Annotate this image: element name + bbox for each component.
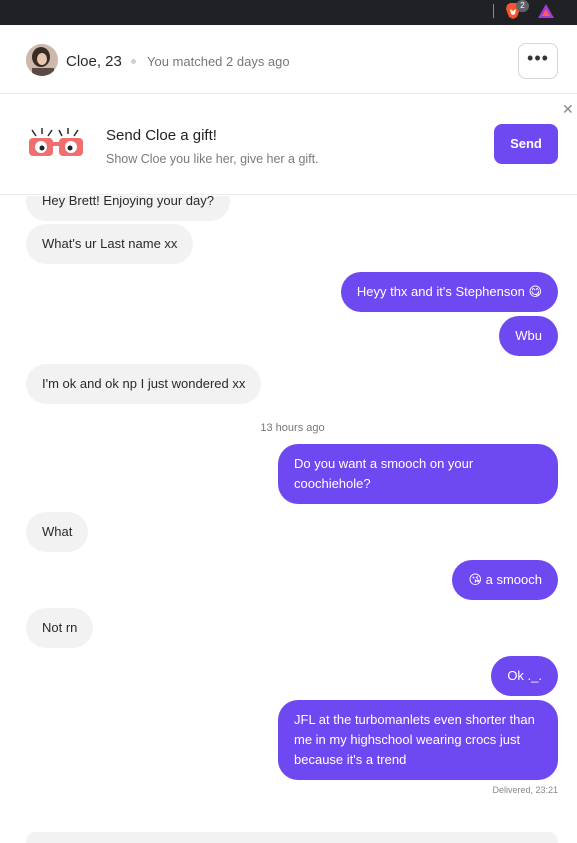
- match-name[interactable]: Cloe, 23: [66, 53, 122, 70]
- message-outgoing: 😘 a smooch: [452, 560, 558, 600]
- message-outgoing: Wbu: [499, 316, 558, 356]
- message-incoming: What's ur Last name xx: [26, 224, 194, 264]
- gift-subtitle: Show Cloe you like her, give her a gift.: [106, 152, 319, 166]
- close-icon[interactable]: ✕: [562, 101, 574, 118]
- more-options-button[interactable]: •••: [518, 43, 558, 79]
- avatar[interactable]: [26, 44, 58, 76]
- delivered-status: Delivered, 23:21: [492, 785, 558, 795]
- message-incoming: Hey Brett! Enjoying your day?: [26, 196, 230, 221]
- gift-banner: ✕ Send Cloe a gift! Show Cloe you like h…: [0, 95, 577, 195]
- message-incoming: Not rn: [26, 608, 94, 648]
- separator-dot: [131, 59, 136, 64]
- message-list: Hey Brett! Enjoying your day? What's ur …: [0, 196, 577, 843]
- glasses-gift-icon: [29, 128, 83, 156]
- toolbar-separator: [493, 4, 494, 18]
- message-outgoing: Ok ._.: [491, 656, 558, 696]
- message-outgoing: JFL at the turbomanlets even shorter tha…: [278, 700, 558, 780]
- triangle-rewards-icon[interactable]: [537, 3, 555, 19]
- message-outgoing: Heyy thx and it's Stephenson 😋: [340, 272, 558, 312]
- matched-time: You matched 2 days ago: [147, 54, 290, 69]
- send-gift-button[interactable]: Send: [494, 124, 558, 164]
- message-input[interactable]: [26, 832, 558, 843]
- message-incoming: What: [26, 512, 89, 552]
- message-incoming: I'm ok and ok np I just wondered xx: [26, 364, 262, 404]
- profile-photo-icon: [26, 44, 58, 76]
- browser-toolbar: 2: [0, 0, 577, 25]
- shields-count-badge: 2: [516, 0, 529, 12]
- chat-header: Cloe, 23 You matched 2 days ago •••: [0, 29, 577, 94]
- timestamp: 13 hours ago: [260, 422, 325, 434]
- message-outgoing: Do you want a smooch on your coochiehole…: [278, 444, 558, 504]
- gift-title: Send Cloe a gift!: [106, 127, 217, 144]
